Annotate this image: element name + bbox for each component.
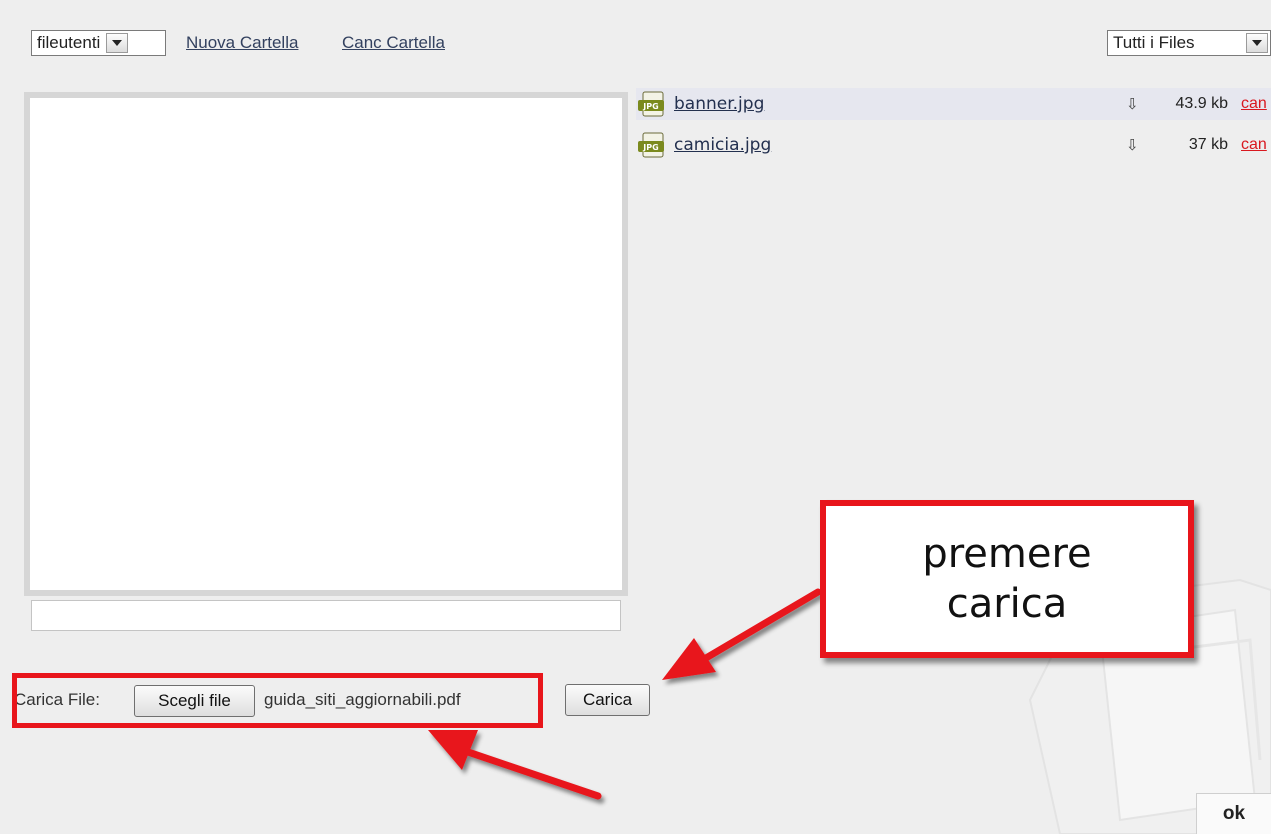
jpg-file-icon: JPG: [636, 90, 668, 118]
delete-folder-link[interactable]: Canc Cartella: [342, 33, 445, 53]
instruction-callout: premere carica: [820, 500, 1194, 658]
new-folder-link[interactable]: Nuova Cartella: [186, 33, 298, 53]
file-name-link[interactable]: banner.jpg: [674, 94, 764, 114]
folder-select-value: fileutenti: [37, 33, 101, 52]
highlight-box: [12, 673, 543, 728]
svg-text:JPG: JPG: [642, 143, 658, 152]
delete-file-link[interactable]: can: [1241, 95, 1267, 113]
chevron-down-icon: [106, 33, 129, 53]
arrow-to-upload-field: [428, 730, 602, 800]
chevron-down-icon: [1246, 33, 1268, 53]
preview-caption-field[interactable]: [31, 600, 621, 631]
file-name-link[interactable]: camicia.jpg: [674, 135, 771, 155]
file-list-item[interactable]: JPG camicia.jpg ⇩ 37 kb can: [636, 129, 1271, 161]
delete-file-link[interactable]: can: [1241, 136, 1267, 154]
file-type-filter-value: Tutti i Files: [1113, 33, 1195, 52]
download-icon[interactable]: ⇩: [1126, 95, 1139, 113]
file-size: 37 kb: [1188, 136, 1228, 153]
ok-button[interactable]: ok: [1196, 793, 1271, 834]
upload-button[interactable]: Carica: [565, 684, 650, 716]
preview-area: [30, 98, 622, 590]
jpg-file-icon: JPG: [636, 131, 668, 159]
callout-line-1: premere: [922, 531, 1092, 577]
svg-text:JPG: JPG: [642, 102, 658, 111]
folder-select[interactable]: fileutenti: [31, 30, 166, 56]
download-icon[interactable]: ⇩: [1126, 136, 1139, 154]
arrow-to-upload-button: [662, 588, 822, 680]
file-list-item[interactable]: JPG banner.jpg ⇩ 43.9 kb can: [636, 88, 1271, 120]
callout-line-2: carica: [946, 581, 1068, 627]
file-size: 43.9 kb: [1175, 95, 1228, 112]
file-type-filter-select[interactable]: Tutti i Files: [1107, 30, 1271, 56]
